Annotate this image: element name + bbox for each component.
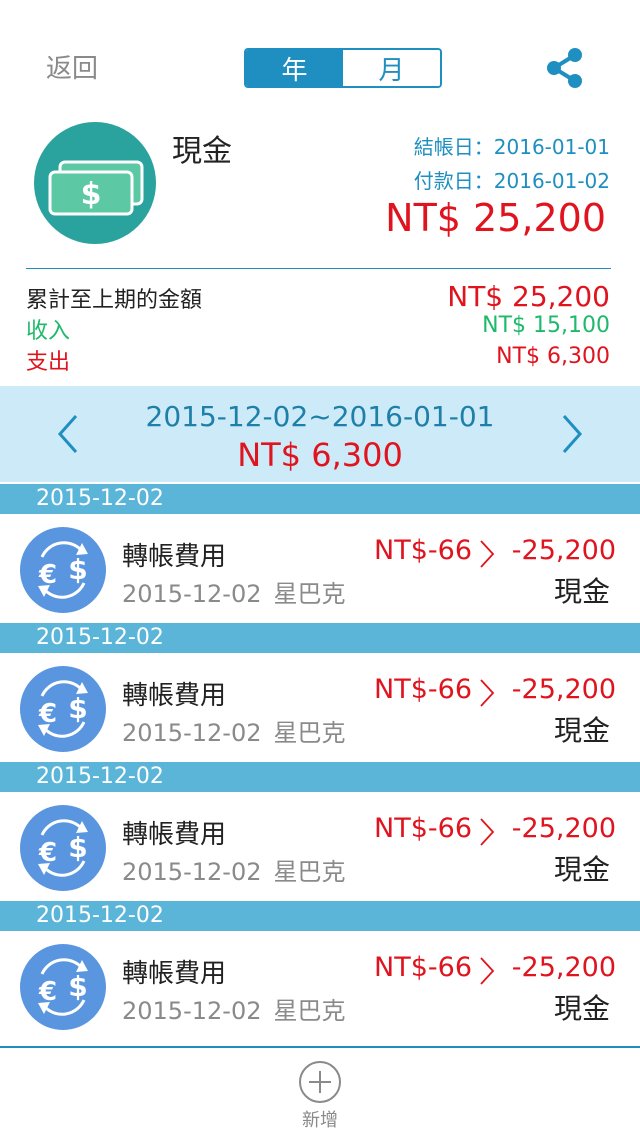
chevron-right-icon (480, 679, 495, 707)
summary-income-label: 收入 (26, 319, 71, 344)
svg-text:$: $ (68, 970, 87, 1003)
summary: 累計至上期的金額 NT$ 25,200 收入 NT$ 15,100 支出 NT$… (26, 280, 610, 375)
svg-text:$: $ (68, 831, 87, 864)
segment-year[interactable]: 年 (246, 50, 343, 86)
transaction-account: 現金 (553, 853, 610, 886)
transaction-group: 2015-12-02 € $ 轉帳費用 2015-12-02 星巴克 NT$-66… (0, 762, 640, 901)
period-range: 2015-12-02~2016-01-01 (145, 400, 495, 433)
summary-income-value: NT$ 15,100 (482, 313, 610, 338)
add-icon[interactable] (298, 1060, 342, 1104)
transaction-payee: 星巴克 (273, 858, 346, 886)
add-button[interactable]: 新增 (296, 1060, 344, 1131)
transaction-list: 2015-12-02 € $ 轉帳費用 2015-12-02 星巴克 NT$-66… (0, 484, 640, 1040)
svg-text:$: $ (68, 692, 87, 725)
transaction-fee: NT$-66 (374, 674, 472, 705)
transaction-date: 2015-12-02 (122, 858, 262, 886)
transaction-category: 轉帳費用 (122, 820, 227, 850)
chevron-right-icon (480, 818, 495, 846)
share-icon[interactable] (544, 46, 586, 90)
divider (26, 268, 611, 269)
transaction-row[interactable]: € $ 轉帳費用 2015-12-02 星巴克 NT$-66 -25,200 現金 (0, 653, 640, 762)
transaction-amount: -25,200 (511, 535, 616, 566)
transaction-group: 2015-12-02 € $ 轉帳費用 2015-12-02 星巴克 NT$-66… (0, 484, 640, 623)
cash-icon: $ (34, 122, 156, 244)
transaction-row[interactable]: € $ 轉帳費用 2015-12-02 星巴克 NT$-66 -25,200 現金 (0, 514, 640, 623)
account-balance: NT$ 25,200 (385, 196, 606, 240)
transaction-sub: 2015-12-02 星巴克 (122, 713, 345, 748)
summary-expense-row: 支出 NT$ 6,300 (26, 344, 610, 375)
bottom-divider (0, 1046, 640, 1048)
add-label: 新增 (302, 1110, 338, 1131)
date-header: 2015-12-02 (0, 623, 640, 653)
transaction-row[interactable]: € $ 轉帳費用 2015-12-02 星巴克 NT$-66 -25,200 現金 (0, 792, 640, 901)
transaction-amount: -25,200 (511, 674, 616, 705)
summary-prev-label: 累計至上期的金額 (26, 288, 203, 313)
date-header: 2015-12-02 (0, 484, 640, 514)
summary-expense-label: 支出 (26, 350, 71, 375)
segment-month[interactable]: 月 (343, 50, 440, 86)
period-total: NT$ 6,300 (237, 436, 403, 474)
transaction-fee: NT$-66 (374, 952, 472, 983)
transaction-sub: 2015-12-02 星巴克 (122, 852, 345, 887)
date-header: 2015-12-02 (0, 762, 640, 792)
period-bar: 2015-12-02~2016-01-01 NT$ 6,300 (0, 386, 640, 482)
currency-exchange-icon: € $ (20, 666, 106, 752)
currency-exchange-icon: € $ (20, 527, 106, 613)
transaction-fee: NT$-66 (374, 813, 472, 844)
transaction-category: 轉帳費用 (122, 542, 227, 572)
svg-text:€: € (38, 699, 57, 729)
transaction-category: 轉帳費用 (122, 959, 227, 989)
transaction-payee: 星巴克 (273, 580, 346, 608)
svg-text:$: $ (68, 553, 87, 586)
transaction-payee: 星巴克 (273, 719, 346, 747)
transaction-row[interactable]: € $ 轉帳費用 2015-12-02 星巴克 NT$-66 -25,200 現金 (0, 931, 640, 1040)
transaction-fee: NT$-66 (374, 535, 472, 566)
chevron-right-icon[interactable] (552, 412, 592, 456)
svg-text:$: $ (81, 177, 102, 212)
transaction-account: 現金 (553, 714, 610, 747)
chevron-right-icon (480, 540, 495, 568)
transaction-amount: -25,200 (511, 813, 616, 844)
top-bar: 返回 年 月 (0, 0, 640, 110)
transaction-date: 2015-12-02 (122, 997, 262, 1025)
back-button[interactable]: 返回 (46, 48, 98, 85)
transaction-date: 2015-12-02 (122, 719, 262, 747)
svg-text:€: € (38, 838, 57, 868)
account-dates: 結帳日：2016-01-01 付款日：2016-01-02 (414, 130, 610, 198)
summary-prev-row: 累計至上期的金額 NT$ 25,200 (26, 280, 610, 313)
transaction-amount: -25,200 (511, 952, 616, 983)
summary-prev-value: NT$ 25,200 (447, 280, 610, 313)
transaction-account: 現金 (553, 992, 610, 1025)
summary-income-row: 收入 NT$ 15,100 (26, 313, 610, 344)
currency-exchange-icon: € $ (20, 944, 106, 1030)
date-header: 2015-12-02 (0, 901, 640, 931)
transaction-payee: 星巴克 (273, 997, 346, 1025)
transaction-account: 現金 (553, 575, 610, 608)
chevron-right-icon (480, 957, 495, 985)
svg-text:€: € (38, 560, 57, 590)
year-month-segment[interactable]: 年 月 (244, 48, 442, 88)
transaction-date: 2015-12-02 (122, 580, 262, 608)
transaction-group: 2015-12-02 € $ 轉帳費用 2015-12-02 星巴克 NT$-66… (0, 623, 640, 762)
currency-exchange-icon: € $ (20, 805, 106, 891)
closing-date: 結帳日：2016-01-01 (413, 135, 610, 159)
transaction-sub: 2015-12-02 星巴克 (122, 574, 345, 609)
summary-expense-value: NT$ 6,300 (496, 344, 610, 369)
transaction-group: 2015-12-02 € $ 轉帳費用 2015-12-02 星巴克 NT$-66… (0, 901, 640, 1040)
payment-date: 付款日：2016-01-02 (413, 169, 610, 193)
transaction-sub: 2015-12-02 星巴克 (122, 991, 345, 1026)
svg-text:€: € (38, 977, 57, 1007)
transaction-category: 轉帳費用 (122, 681, 227, 711)
account-name: 現金 (172, 134, 232, 169)
